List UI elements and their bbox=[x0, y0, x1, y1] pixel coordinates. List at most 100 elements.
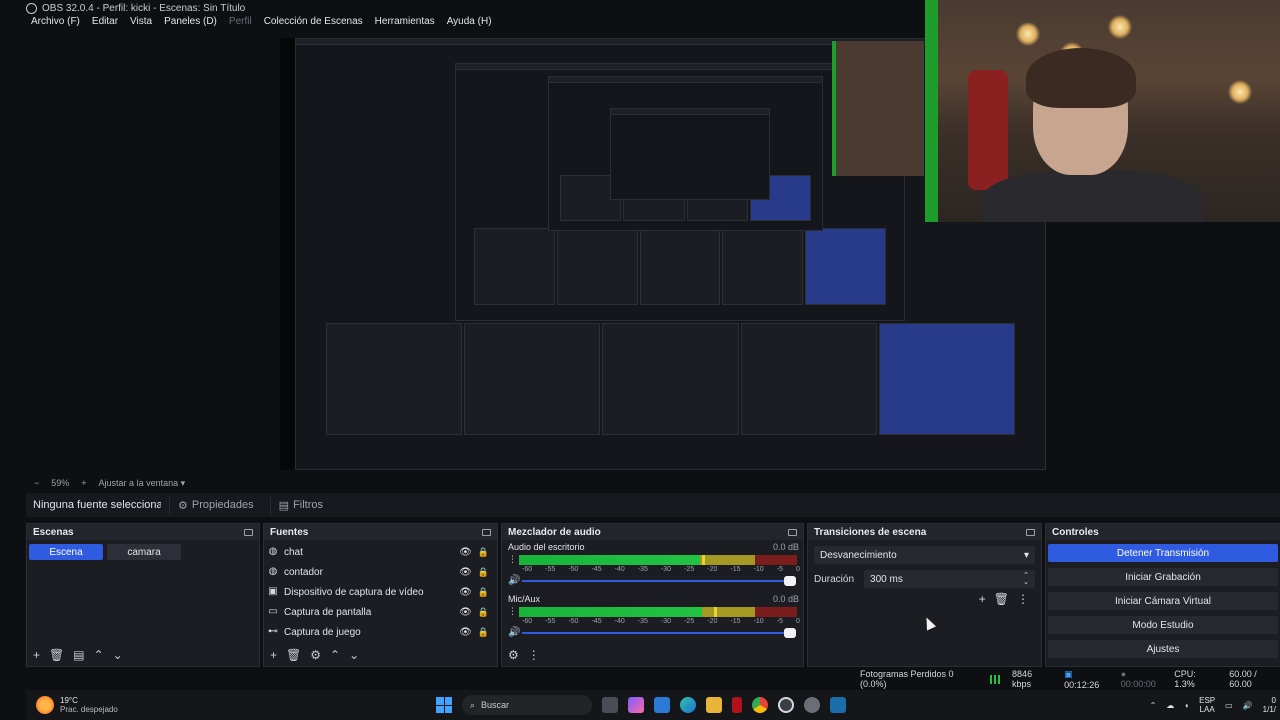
duration-input[interactable]: 300 ms ⌃ ⌄ bbox=[864, 570, 1035, 588]
lock-icon[interactable]: 🔒 bbox=[478, 547, 489, 558]
folder-icon[interactable] bbox=[706, 697, 722, 713]
language-indicator[interactable]: ESP LAA bbox=[1199, 696, 1215, 714]
spinner-icon[interactable]: ⌃ ⌄ bbox=[1023, 572, 1029, 586]
fit-window-dropdown[interactable]: Ajustar a la ventana ▾ bbox=[99, 478, 186, 489]
gear-icon[interactable]: ⚙ bbox=[310, 648, 321, 662]
eye-icon[interactable]: 👁 bbox=[459, 547, 472, 558]
obs-icon[interactable] bbox=[778, 697, 794, 713]
lock-icon[interactable]: 🔒 bbox=[478, 627, 489, 638]
level-meter: ⋮ bbox=[508, 606, 799, 617]
kebab-menu-icon[interactable]: ⋮ bbox=[1017, 592, 1029, 606]
trash-icon[interactable]: 🗑 bbox=[286, 648, 301, 662]
menu-editar[interactable]: Editar bbox=[92, 16, 118, 32]
undock-icon[interactable] bbox=[482, 528, 491, 536]
menu-coleccion-escenas[interactable]: Colección de Escenas bbox=[264, 16, 363, 32]
volume-slider[interactable] bbox=[522, 575, 796, 586]
eye-icon[interactable]: 👁 bbox=[459, 567, 472, 578]
mixer-channel-desktop: Audio del escritorio 0.0 dB ⋮ -60 -55 -50 -4… bbox=[502, 540, 803, 586]
lock-icon[interactable]: 🔒 bbox=[478, 607, 489, 618]
lock-icon[interactable]: 🔒 bbox=[478, 587, 489, 598]
eye-icon[interactable]: 👁 bbox=[459, 607, 472, 618]
filter-icon[interactable]: ▤ bbox=[73, 648, 84, 662]
zoom-out-button[interactable]: − bbox=[34, 478, 39, 488]
undock-icon[interactable] bbox=[244, 528, 253, 536]
red-app-icon[interactable] bbox=[732, 697, 742, 713]
level-meter: ⋮ bbox=[508, 554, 799, 565]
advanced-audio-icon[interactable]: ⚙ bbox=[508, 648, 519, 662]
task-view-icon[interactable] bbox=[602, 697, 618, 713]
chrome-icon[interactable] bbox=[752, 697, 768, 713]
gear-icon: ⚙ bbox=[178, 499, 188, 512]
move-up-icon[interactable]: ⌃ bbox=[330, 648, 340, 662]
properties-button[interactable]: ⚙ Propiedades bbox=[169, 495, 262, 515]
move-down-icon[interactable]: ⌄ bbox=[113, 648, 123, 662]
globe-icon: ◍ bbox=[268, 546, 278, 557]
windows-start-icon[interactable] bbox=[436, 697, 452, 713]
menu-paneles[interactable]: Paneles (D) bbox=[164, 16, 217, 32]
wall-lamp-icon bbox=[1016, 22, 1040, 46]
copilot-icon[interactable] bbox=[628, 697, 644, 713]
start-recording-button[interactable]: Iniciar Grabación bbox=[1048, 568, 1278, 586]
trash-icon[interactable]: 🗑 bbox=[994, 592, 1009, 606]
kebab-menu-icon[interactable]: ⋮ bbox=[528, 648, 540, 662]
menu-herramientas[interactable]: Herramientas bbox=[375, 16, 435, 32]
kebab-menu-icon[interactable]: ⋮ bbox=[508, 606, 517, 617]
network-icon[interactable]: ▭ bbox=[1225, 701, 1233, 710]
status-bar: Fotogramas Perdidos 0 (0.0%) 8846 kbps ▣… bbox=[860, 669, 1280, 690]
lock-icon[interactable]: 🔒 bbox=[478, 567, 489, 578]
menu-archivo[interactable]: Archivo (F) bbox=[31, 16, 80, 32]
source-item-game-capture[interactable]: ⊷ Captura de juego 👁 🔒 bbox=[264, 622, 497, 642]
filters-button[interactable]: ▤ Filtros bbox=[269, 495, 331, 515]
windows-taskbar: 19°C Prac. despejado ⌕ Buscar ⌃ ☁ ◖ ESP LA… bbox=[26, 690, 1280, 720]
menu-ayuda[interactable]: Ayuda (H) bbox=[447, 16, 492, 32]
source-item-chat[interactable]: ◍ chat 👁 🔒 bbox=[264, 542, 497, 562]
zoom-in-button[interactable]: + bbox=[81, 478, 86, 488]
source-item-contador[interactable]: ◍ contador 👁 🔒 bbox=[264, 562, 497, 582]
clock[interactable]: 0 1/1/ bbox=[1263, 696, 1276, 714]
taskbar-apps: ⌕ Buscar bbox=[436, 695, 846, 715]
studio-mode-button[interactable]: Modo Estudio bbox=[1048, 616, 1278, 634]
speaker-icon[interactable]: 🔊 bbox=[508, 575, 520, 586]
add-source-icon[interactable]: + bbox=[270, 648, 277, 662]
meter-bar bbox=[519, 554, 797, 565]
slider-knob[interactable] bbox=[784, 575, 796, 586]
store-icon[interactable] bbox=[654, 697, 670, 713]
slider-knob[interactable] bbox=[784, 627, 796, 638]
taskbar-search[interactable]: ⌕ Buscar bbox=[462, 695, 592, 715]
stream-time-value: 00:12:26 bbox=[1064, 679, 1100, 690]
edge-icon[interactable] bbox=[680, 697, 696, 713]
chevron-up-icon[interactable]: ⌃ bbox=[1150, 701, 1157, 710]
eye-icon[interactable]: 👁 bbox=[459, 627, 472, 638]
settings-gear-icon[interactable] bbox=[804, 697, 820, 713]
kebab-menu-icon[interactable]: ⋮ bbox=[508, 554, 517, 565]
volume-slider[interactable] bbox=[522, 627, 796, 638]
scene-item-camara[interactable]: camara bbox=[107, 544, 181, 560]
stop-streaming-button[interactable]: Detener Transmisión bbox=[1048, 544, 1278, 562]
person-shirt bbox=[983, 170, 1203, 222]
source-item-video-capture[interactable]: ▣ Dispositivo de captura de vídeo 👁 🔒 bbox=[264, 582, 497, 602]
scene-item-escena[interactable]: Escena bbox=[29, 544, 103, 560]
volume-icon[interactable]: 🔊 bbox=[1243, 701, 1253, 710]
trash-icon[interactable]: 🗑 bbox=[49, 648, 64, 662]
steam-icon[interactable] bbox=[830, 697, 846, 713]
move-down-icon[interactable]: ⌄ bbox=[349, 648, 359, 662]
add-scene-icon[interactable]: + bbox=[33, 648, 40, 662]
transition-select[interactable]: Desvanecimiento ▾ bbox=[814, 546, 1035, 564]
add-transition-icon[interactable]: + bbox=[979, 592, 986, 606]
menu-perfil[interactable]: Perfil bbox=[229, 16, 252, 32]
transitions-toolbar: + 🗑 ⋮ bbox=[979, 592, 1029, 606]
weather-sun-icon bbox=[36, 696, 54, 714]
weather-widget[interactable]: 19°C Prac. despejado bbox=[26, 696, 118, 714]
move-up-icon[interactable]: ⌃ bbox=[94, 648, 104, 662]
start-virtual-camera-button[interactable]: Iniciar Cámara Virtual bbox=[1048, 592, 1278, 610]
menu-vista[interactable]: Vista bbox=[130, 16, 152, 32]
eye-icon[interactable]: 👁 bbox=[459, 587, 472, 598]
settings-button[interactable]: Ajustes bbox=[1048, 640, 1278, 658]
monitor-icon: ▭ bbox=[268, 606, 278, 617]
headset-icon[interactable]: ◖ bbox=[1184, 701, 1189, 710]
undock-icon[interactable] bbox=[1026, 528, 1035, 536]
cloud-icon[interactable]: ☁ bbox=[1166, 701, 1174, 710]
undock-icon[interactable] bbox=[788, 528, 797, 536]
speaker-icon[interactable]: 🔊 bbox=[508, 627, 520, 638]
source-item-screen-capture[interactable]: ▭ Captura de pantalla 👁 🔒 bbox=[264, 602, 497, 622]
